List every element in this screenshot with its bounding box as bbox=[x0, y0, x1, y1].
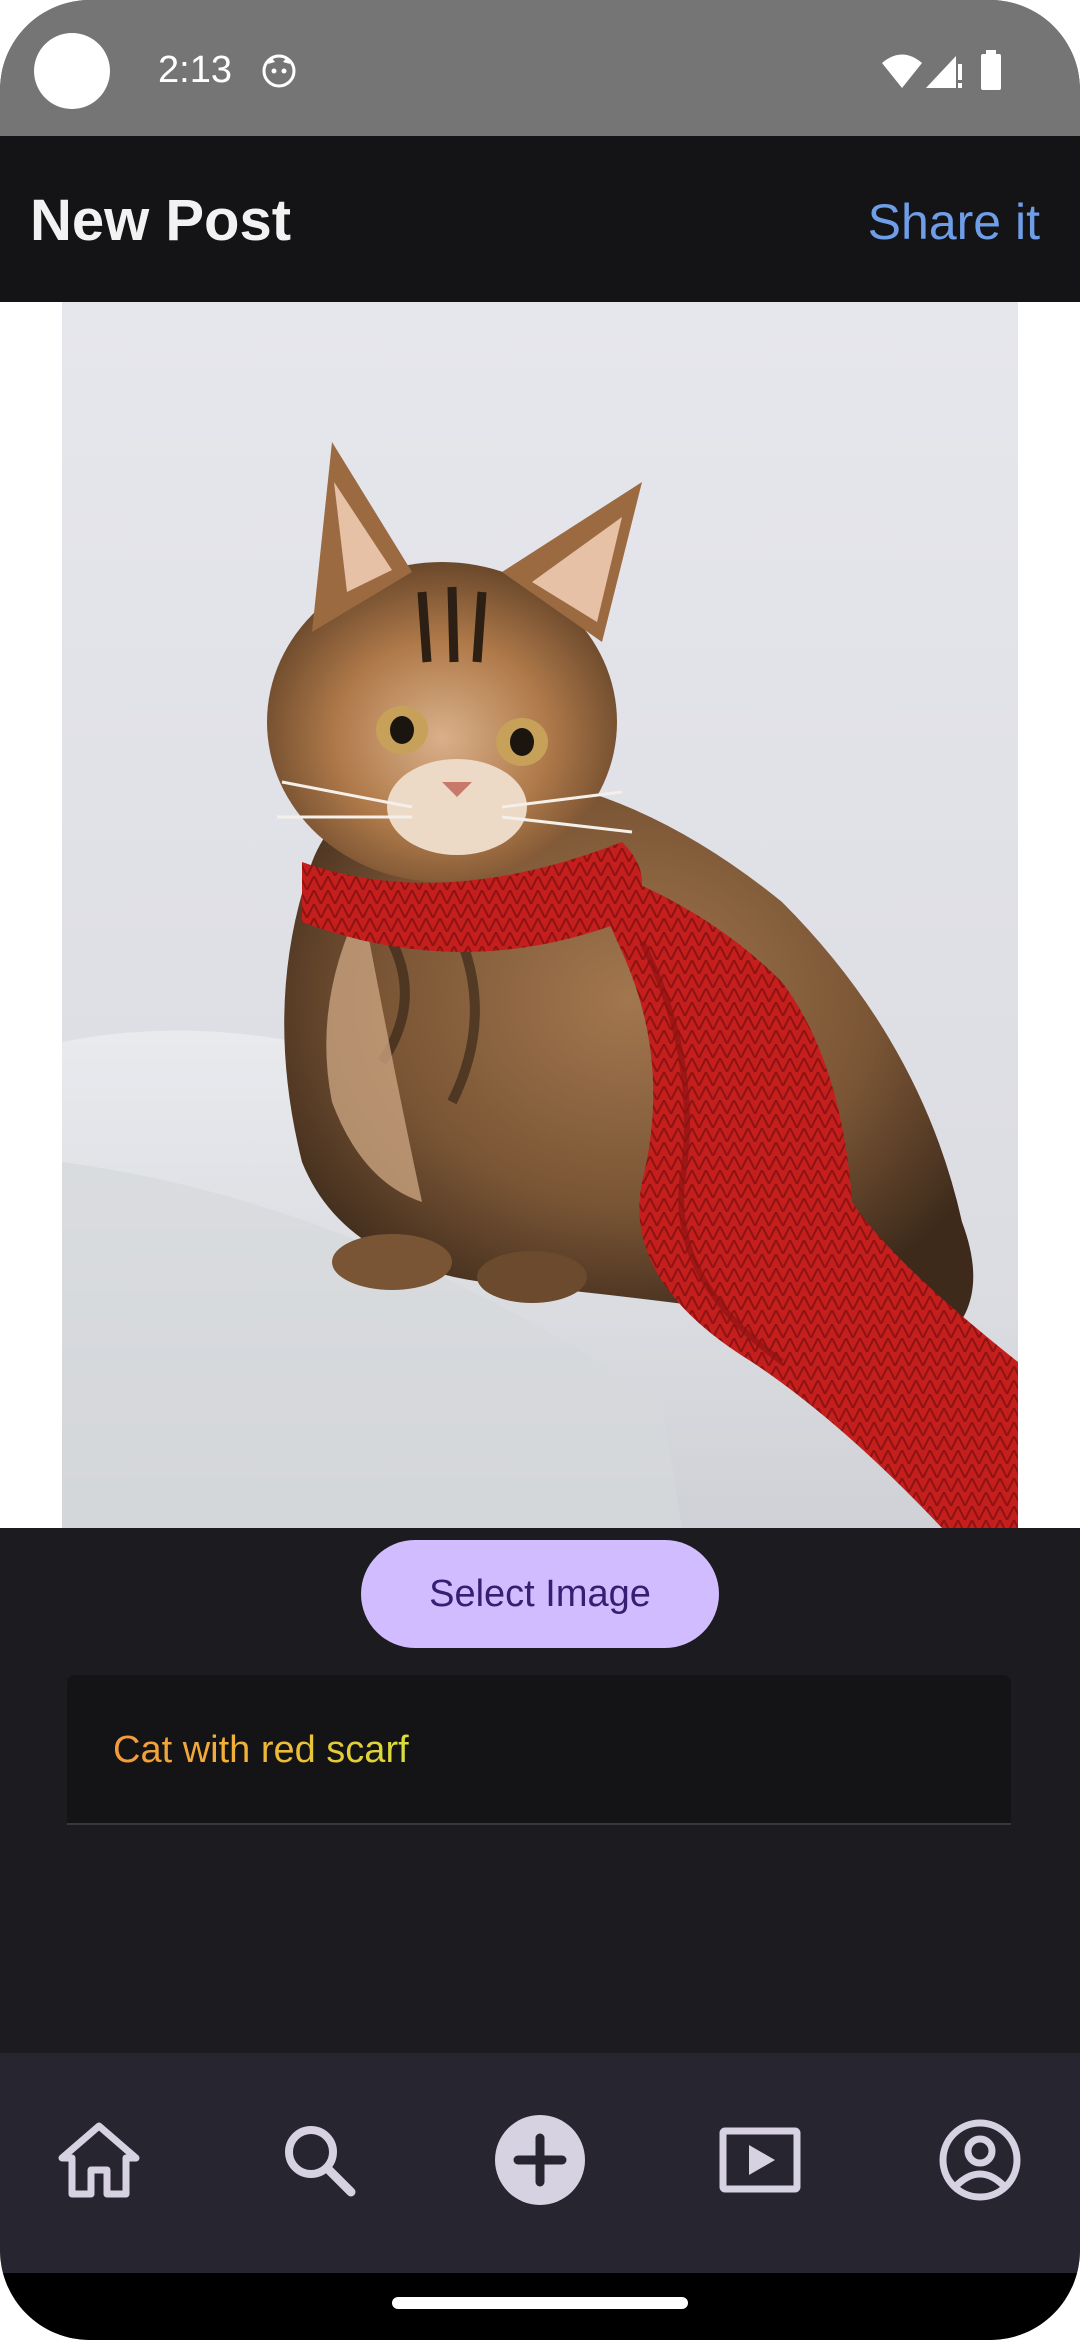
phone-screen: 2:13 New Post Share it Select Image Cat … bbox=[0, 0, 1080, 2340]
nav-profile[interactable] bbox=[925, 2105, 1035, 2215]
nav-search[interactable] bbox=[264, 2105, 374, 2215]
video-icon bbox=[719, 2127, 801, 2193]
nav-home[interactable] bbox=[44, 2105, 154, 2215]
cat-photo[interactable] bbox=[62, 302, 1018, 1528]
status-bar: 2:13 bbox=[0, 0, 1080, 136]
add-icon bbox=[495, 2115, 585, 2205]
page-title: New Post bbox=[30, 188, 292, 253]
caption-text: Cat with red scarf bbox=[113, 1729, 409, 1771]
battery-icon bbox=[981, 50, 1001, 90]
nav-videos[interactable] bbox=[705, 2105, 815, 2215]
nav-add-post[interactable] bbox=[485, 2105, 595, 2215]
top-app-bar: New Post Share it bbox=[0, 136, 1080, 302]
share-button[interactable]: Share it bbox=[868, 192, 1040, 252]
signal-icon bbox=[926, 56, 962, 88]
status-time: 2:13 bbox=[158, 49, 232, 91]
image-preview-area bbox=[0, 302, 1080, 1528]
home-indicator[interactable] bbox=[392, 2297, 688, 2309]
bottom-navigation bbox=[0, 2053, 1080, 2273]
home-icon bbox=[58, 2122, 140, 2198]
select-image-button[interactable]: Select Image bbox=[361, 1540, 719, 1648]
cat-face-icon bbox=[262, 54, 296, 88]
profile-icon bbox=[939, 2119, 1021, 2201]
caption-field[interactable]: Cat with red scarf bbox=[67, 1675, 1011, 1825]
wifi-icon bbox=[882, 54, 922, 88]
camera-cutout bbox=[34, 33, 110, 109]
search-icon bbox=[285, 2126, 356, 2197]
